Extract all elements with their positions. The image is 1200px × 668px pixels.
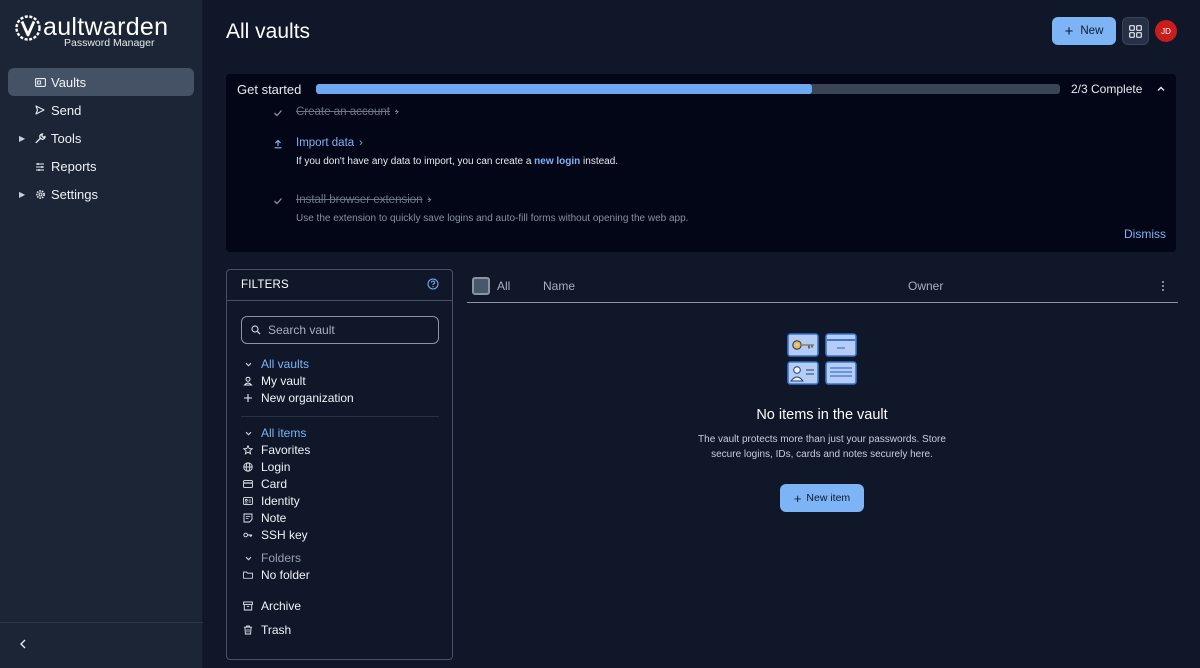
grid-icon [1129, 24, 1142, 38]
sidebar-item-label: Reports [51, 159, 97, 175]
filter-divider [241, 416, 439, 417]
chevron-right-icon: › [394, 106, 399, 118]
reports-icon [34, 161, 46, 173]
plus-icon: + [793, 490, 802, 506]
user-icon [243, 376, 253, 386]
globe-icon [243, 462, 253, 472]
get-started-title: Get started [237, 82, 302, 97]
filters-header: FILTERS [227, 270, 452, 301]
note-icon [243, 513, 253, 523]
get-started-panel: Get started 2/3 Complete Create an accou… [226, 74, 1176, 252]
collapse-sidebar-icon[interactable] [16, 637, 30, 651]
filter-no-folder[interactable]: No folder [243, 567, 310, 583]
sidebar-item-settings[interactable]: ▶ Settings [8, 181, 194, 209]
sidebar-item-reports[interactable]: Reports [8, 153, 194, 181]
chevron-down-icon [243, 359, 253, 369]
sidebar-item-label: Tools [51, 130, 82, 146]
folder-icon [243, 570, 253, 580]
archive-icon [243, 601, 253, 611]
vaultwarden-logo-icon [15, 14, 41, 41]
brand-logo[interactable]: aultwarden Password Manager [14, 13, 174, 49]
search-box [241, 316, 439, 344]
check-icon [272, 195, 284, 207]
filter-favorites[interactable]: Favorites [243, 442, 310, 458]
new-button-label: New [1080, 25, 1104, 37]
select-all-checkbox[interactable] [472, 277, 490, 295]
star-icon [243, 445, 253, 455]
chevron-right-icon: › [427, 194, 432, 206]
filter-my-vault[interactable]: My vault [243, 373, 306, 389]
filter-login[interactable]: Login [243, 459, 290, 475]
check-icon [272, 107, 284, 119]
new-item-label: New item [806, 492, 851, 504]
task-description: If you don't have any data to import, yo… [296, 156, 619, 167]
sidebar: aultwarden Password Manager Vaults Send … [0, 0, 203, 668]
setup-status: 2/3 Complete [1071, 82, 1143, 96]
sidebar-footer [0, 622, 203, 668]
sidebar-item-send[interactable]: Send [8, 96, 194, 124]
filter-identity[interactable]: Identity [243, 493, 300, 509]
setup-progress-fill [316, 84, 813, 94]
chevron-down-icon [243, 553, 253, 563]
filter-card[interactable]: Card [243, 476, 287, 492]
task-title: Install browser extension › [296, 194, 432, 206]
send-icon [34, 104, 46, 116]
filter-new-organization[interactable]: New organization [243, 390, 354, 406]
vault-table-header: All Name Owner [467, 270, 1178, 303]
chevron-up-icon[interactable] [1155, 83, 1167, 95]
select-all-label: All [497, 279, 511, 293]
sidebar-nav: Vaults Send ▶ Tools Reports ▶ Settings [8, 68, 194, 209]
search-icon [251, 325, 261, 335]
filter-all-vaults[interactable]: All vaults [243, 356, 309, 372]
sidebar-item-label: Vaults [51, 74, 87, 90]
caret-right-icon: ▶ [19, 133, 26, 143]
more-options-icon[interactable] [1159, 279, 1167, 293]
sidebar-item-vaults[interactable]: Vaults [8, 68, 194, 96]
caret-right-icon: ▶ [19, 190, 26, 200]
sidebar-item-label: Send [51, 102, 82, 118]
empty-vault-illustration [787, 333, 857, 385]
id-card-icon [243, 496, 253, 506]
wrench-icon [34, 132, 46, 144]
task-title: Create an account › [296, 106, 399, 118]
dismiss-button[interactable]: Dismiss [1124, 227, 1166, 241]
vault-icon [34, 76, 46, 88]
filter-note[interactable]: Note [243, 510, 286, 526]
plus-icon: + [1064, 22, 1074, 40]
sidebar-item-tools[interactable]: ▶ Tools [8, 124, 194, 152]
upload-icon [272, 138, 284, 150]
new-item-button[interactable]: + New item [780, 484, 864, 512]
plus-icon [243, 393, 253, 403]
filter-trash[interactable]: Trash [243, 622, 291, 638]
filter-archive[interactable]: Archive [243, 598, 301, 614]
help-icon[interactable] [427, 278, 439, 290]
filter-folders[interactable]: Folders [243, 550, 301, 566]
task-description: Use the extension to quickly save logins… [296, 213, 689, 224]
avatar[interactable]: JD [1155, 20, 1177, 42]
filters-title: FILTERS [241, 279, 289, 291]
trash-icon [243, 625, 253, 635]
gear-icon [34, 189, 46, 201]
chevron-down-icon [243, 428, 253, 438]
filter-all-items[interactable]: All items [243, 425, 306, 441]
filter-ssh-key[interactable]: SSH key [243, 527, 308, 543]
filters-panel: FILTERS All vaults My vault New organiza… [226, 269, 453, 660]
task-title: Import data › [296, 137, 363, 149]
setup-progress-bar [316, 84, 1060, 94]
empty-state-description: The vault protects more than just your p… [698, 434, 946, 460]
new-login-link[interactable]: new login [534, 156, 580, 167]
chevron-right-icon: › [359, 137, 363, 149]
search-input[interactable] [268, 321, 433, 339]
new-button[interactable]: + New [1052, 17, 1116, 45]
page-title: All vaults [226, 20, 311, 43]
card-icon [243, 479, 253, 489]
product-switcher-button[interactable] [1122, 17, 1149, 45]
column-header-owner: Owner [908, 279, 944, 293]
key-icon [243, 530, 253, 540]
column-header-name[interactable]: Name [543, 279, 575, 293]
empty-state-title: No items in the vault [756, 407, 888, 423]
brand-subtitle: Password Manager [64, 37, 155, 49]
sidebar-item-label: Settings [51, 187, 98, 203]
